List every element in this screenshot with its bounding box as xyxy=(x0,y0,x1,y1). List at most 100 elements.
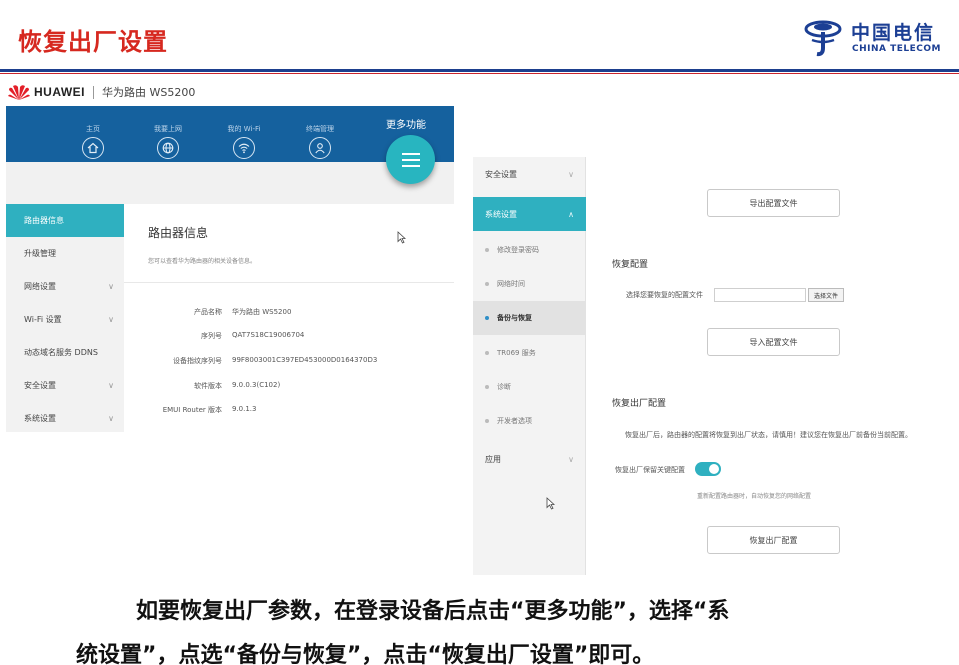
router-info-screenshot: 主页 我要上网 我的 Wi-Fi 终端管理 更多功能 路由器信息 升级管理 网络… xyxy=(6,106,454,432)
factory-reset-description: 恢复出厂后，路由器的配置将恢复到出厂状态，请慎用！建议您在恢复出厂前备份当前配置… xyxy=(625,431,912,439)
sidebar-item-label: Wi-Fi 设置 xyxy=(24,315,62,324)
info-value: 华为路由 WS5200 xyxy=(232,308,292,316)
info-key: 产品名称 xyxy=(194,308,222,316)
wifi-icon xyxy=(233,137,255,159)
page-title: 路由器信息 xyxy=(148,226,209,240)
factory-reset-button[interactable]: 恢复出厂配置 xyxy=(707,526,840,554)
system-sidebar: 安全设置 ∨ 系统设置 ∧ 修改登录密码 网络时间 备份与恢复 TR069 服务 诊… xyxy=(473,157,586,575)
sidebar-item-label: 动态域名服务 DDNS xyxy=(24,348,98,357)
china-telecom-logo-icon xyxy=(804,20,842,57)
sidebar-item-label: 网络设置 xyxy=(24,282,56,291)
chevron-down-icon: ∨ xyxy=(108,414,114,423)
more-functions-button[interactable] xyxy=(386,135,435,184)
sidebar-item-ddns[interactable]: 动态域名服务 DDNS xyxy=(6,336,124,369)
subitem-label: TR069 服务 xyxy=(497,349,536,357)
toggle-knob xyxy=(709,464,719,474)
sidebar-item-network[interactable]: 网络设置 ∨ xyxy=(6,270,124,303)
nav-internet-label: 我要上网 xyxy=(154,125,182,133)
info-value: 9.0.1.3 xyxy=(232,405,257,413)
sidebar-item-label: 路由器信息 xyxy=(24,216,64,225)
huawei-header: HUAWEI 华为路由 WS5200 xyxy=(8,82,195,102)
subitem-label: 备份与恢复 xyxy=(497,314,532,322)
home-icon xyxy=(82,137,104,159)
subitem-network-time[interactable]: 网络时间 xyxy=(473,267,586,301)
subitem-backup-restore[interactable]: 备份与恢复 xyxy=(473,301,586,335)
subitem-label: 修改登录密码 xyxy=(497,246,539,254)
subitem-change-password[interactable]: 修改登录密码 xyxy=(473,233,586,267)
subitem-developer[interactable]: 开发者选项 xyxy=(473,404,586,438)
keep-key-config-note: 重新配置路由器时，自动恢复您的网络配置 xyxy=(697,493,812,500)
page-description: 您可以查看华为路由器的相关设备信息。 xyxy=(148,258,257,265)
sidebar-item-apps[interactable]: 应用 ∨ xyxy=(473,442,586,476)
china-telecom-logo: 中国电信 CHINA TELECOM xyxy=(803,16,943,64)
factory-reset-title: 恢复出厂配置 xyxy=(612,399,667,409)
chevron-down-icon: ∨ xyxy=(568,454,574,464)
nav-home[interactable]: 主页 xyxy=(71,124,115,159)
restore-config-title: 恢复配置 xyxy=(612,260,649,270)
user-icon xyxy=(309,137,331,159)
sidebar-item-wifi[interactable]: Wi-Fi 设置 ∨ xyxy=(6,303,124,336)
info-row-product-name: 产品名称 华为路由 WS5200 xyxy=(124,307,454,319)
subitem-label: 开发者选项 xyxy=(497,417,532,425)
sidebar-item-upgrade[interactable]: 升级管理 xyxy=(6,237,124,270)
caption-line-1: 如要恢复出厂参数，在登录设备后点击“更多功能”，选择“系 xyxy=(136,599,730,624)
sidebar-item-security[interactable]: 安全设置 ∨ xyxy=(473,157,586,191)
chevron-down-icon: ∨ xyxy=(108,282,114,291)
import-config-button[interactable]: 导入配置文件 xyxy=(707,328,840,356)
product-name: 华为路由 WS5200 xyxy=(102,86,196,99)
nav-wifi-label: 我的 Wi-Fi xyxy=(227,125,261,133)
huawei-flower-icon xyxy=(8,85,30,100)
bullet-icon xyxy=(485,385,489,389)
chevron-down-icon: ∨ xyxy=(108,381,114,390)
nav-devices-label: 终端管理 xyxy=(306,125,334,133)
mouse-cursor-icon xyxy=(546,497,555,510)
bullet-icon xyxy=(485,419,489,423)
divider xyxy=(93,85,94,99)
header-rule-red xyxy=(0,73,959,74)
subitem-label: 诊断 xyxy=(497,383,511,391)
info-key: EMUI Router 版本 xyxy=(162,406,222,414)
sidebar-item-label: 安全设置 xyxy=(485,169,517,179)
logo-chinese-text: 中国电信 xyxy=(851,22,936,44)
sidebar-item-security[interactable]: 安全设置 ∨ xyxy=(6,369,124,402)
nav-internet[interactable]: 我要上网 xyxy=(146,124,190,159)
bullet-icon xyxy=(485,248,489,252)
keep-key-config-label: 恢复出厂保留关键配置 xyxy=(615,466,685,474)
more-functions-label: 更多功能 xyxy=(386,120,426,131)
globe-icon xyxy=(157,137,179,159)
chevron-down-icon: ∨ xyxy=(568,169,574,179)
keep-key-config-toggle[interactable] xyxy=(695,462,721,476)
info-value: 9.0.0.3(C102) xyxy=(232,381,281,389)
huawei-brand: HUAWEI xyxy=(34,85,85,99)
nav-wifi[interactable]: 我的 Wi-Fi xyxy=(222,124,266,159)
info-row-fingerprint: 设备指纹序列号 99F8003001C397ED453000D0164370D3 xyxy=(124,356,454,368)
sidebar-item-system[interactable]: 系统设置 ∨ xyxy=(6,402,124,432)
subitem-label: 网络时间 xyxy=(497,280,525,288)
info-key: 序列号 xyxy=(201,332,222,340)
sidebar-item-router-info[interactable]: 路由器信息 xyxy=(6,204,124,237)
info-key: 设备指纹序列号 xyxy=(173,357,222,365)
sidebar-item-label: 升级管理 xyxy=(24,249,56,258)
sidebar-item-label: 应用 xyxy=(485,454,501,464)
info-value: QAT7S18C19006704 xyxy=(232,331,305,339)
nav-devices[interactable]: 终端管理 xyxy=(298,124,342,159)
sidebar-item-label: 系统设置 xyxy=(24,414,56,423)
info-value: 99F8003001C397ED453000D0164370D3 xyxy=(232,356,378,364)
chevron-up-icon: ∧ xyxy=(568,209,574,219)
divider xyxy=(124,282,454,283)
header-rule-blue xyxy=(0,69,959,72)
chevron-down-icon: ∨ xyxy=(108,315,114,324)
info-key: 软件版本 xyxy=(194,382,222,390)
export-config-button[interactable]: 导出配置文件 xyxy=(707,189,840,217)
browse-file-button[interactable]: 选择文件 xyxy=(808,288,844,302)
info-row-serial-number: 序列号 QAT7S18C19006704 xyxy=(124,331,454,343)
config-file-input[interactable] xyxy=(714,288,806,302)
sidebar-item-label: 系统设置 xyxy=(485,209,517,219)
mouse-cursor-icon xyxy=(397,231,406,244)
slide-title: 恢复出厂设置 xyxy=(18,28,168,56)
bullet-icon xyxy=(485,351,489,355)
info-row-software-version: 软件版本 9.0.0.3(C102) xyxy=(124,381,454,393)
sidebar-item-system[interactable]: 系统设置 ∧ xyxy=(473,197,586,231)
subitem-diagnostics[interactable]: 诊断 xyxy=(473,370,586,404)
subitem-tr069[interactable]: TR069 服务 xyxy=(473,336,586,370)
